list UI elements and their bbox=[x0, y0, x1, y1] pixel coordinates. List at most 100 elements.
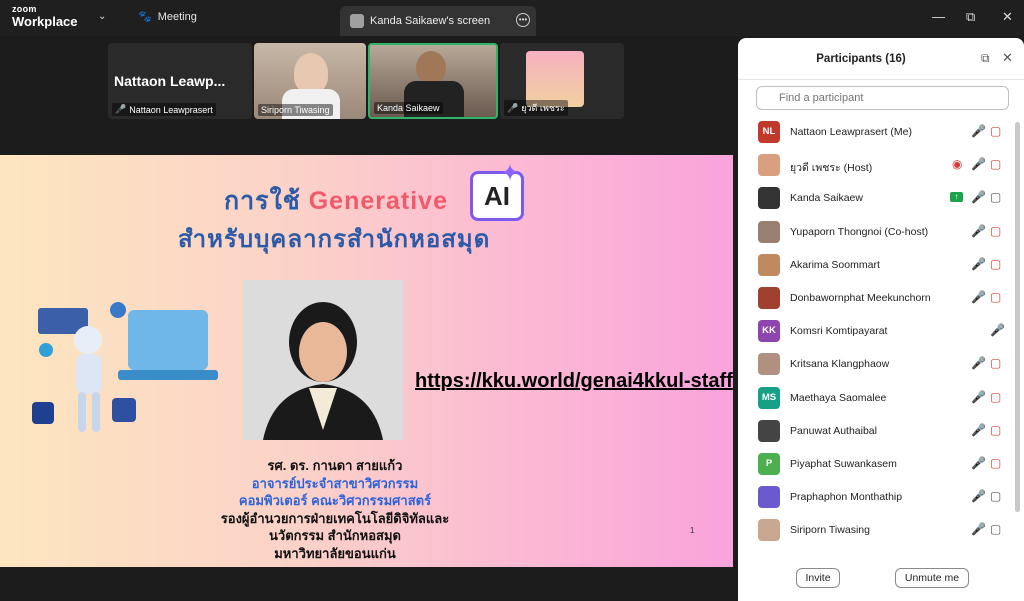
credit-line: รศ. ดร. กานดา สายแก้ว bbox=[267, 458, 403, 473]
participant-row[interactable]: Donbawornphat Meekunchorn 🎤 ▢ bbox=[738, 282, 1014, 315]
video-off-icon: ▢ bbox=[990, 157, 1002, 172]
mic-muted-icon: 🎤 bbox=[971, 522, 986, 537]
tile-name-label: 🎤 Nattaon Leawprasert bbox=[112, 103, 216, 116]
participant-row[interactable]: P Piyaphat Suwankasem 🎤 ▢ bbox=[738, 448, 1014, 481]
video-strip: Nattaon Leawp... 🎤 Nattaon Leawprasert S… bbox=[108, 43, 624, 119]
mic-muted-icon: 🎤 bbox=[971, 289, 986, 304]
participant-list-scrollbar[interactable] bbox=[1015, 122, 1020, 512]
avatar: MS bbox=[758, 386, 780, 409]
face bbox=[299, 322, 347, 382]
mic-icon: 🎤 bbox=[971, 190, 986, 205]
video-tile[interactable]: 🎤 ยุวดี เพชระ bbox=[500, 43, 624, 119]
slide-subtitle: สำหรับบุคลากรสำนักหอสมุด bbox=[178, 226, 491, 253]
credit-line: คอมพิวเตอร์ คณะวิศวกรรมศาสตร์ bbox=[238, 493, 432, 508]
participant-name: Yupaporn Thongnoi (Co-host) bbox=[790, 225, 929, 238]
tile-name: Siriporn Tiwasing bbox=[261, 105, 330, 115]
participant-row[interactable]: NL Nattaon Leawprasert (Me) 🎤 ▢ bbox=[738, 116, 1014, 149]
screen-share-tab[interactable]: Kanda Saikaew's screen ••• bbox=[340, 6, 536, 36]
participant-name: Maethaya Saomalee bbox=[790, 391, 887, 404]
zoom-window: zoom Workplace ⌄ 🐾 Meeting Kanda Saikaew… bbox=[0, 0, 1024, 601]
tile-name-label: Siriporn Tiwasing bbox=[258, 104, 333, 116]
slide-page-number: 1 bbox=[690, 526, 695, 535]
video-off-icon: ▢ bbox=[990, 422, 1002, 437]
participant-name: ยุวดี เพชระ (Host) bbox=[790, 162, 873, 175]
mic-muted-icon: 🎤 bbox=[971, 223, 986, 238]
avatar: KK bbox=[758, 320, 780, 343]
participant-row[interactable]: KK Komsri Komtipayarat 🎤 bbox=[738, 315, 1014, 348]
participants-header: Participants (16) ⧉ ✕ bbox=[738, 38, 1024, 80]
mic-muted-icon: 🎤 bbox=[971, 124, 986, 138]
sparkle-icon: ✦ bbox=[500, 160, 521, 187]
avatar bbox=[758, 187, 780, 210]
avatar bbox=[758, 286, 780, 309]
participant-row[interactable]: Yupaporn Thongnoi (Co-host) 🎤 ▢ bbox=[738, 216, 1014, 249]
participant-name: Siriporn Tiwasing bbox=[790, 524, 870, 537]
mic-muted-icon: 🎤 bbox=[971, 256, 986, 271]
speaker-photo bbox=[243, 280, 403, 440]
avatar bbox=[350, 14, 364, 28]
participants-footer: Invite Unmute me bbox=[738, 558, 1024, 601]
participant-name: Panuwat Authaibal bbox=[790, 424, 877, 437]
avatar bbox=[758, 419, 780, 442]
app-icon bbox=[32, 402, 54, 424]
participant-row[interactable]: Siriporn Tiwasing 🎤 ▢ bbox=[738, 514, 1014, 547]
participant-row[interactable]: Akarima Soommart 🎤 ▢ bbox=[738, 249, 1014, 282]
participant-row[interactable]: Panuwat Authaibal 🎤 ▢ bbox=[738, 415, 1014, 448]
close-icon[interactable]: ✕ bbox=[1002, 9, 1013, 25]
minimize-icon[interactable]: — bbox=[932, 9, 945, 24]
video-off-icon: ▢ bbox=[990, 256, 1002, 271]
participant-name: Praphaphon Monthathip bbox=[790, 491, 903, 504]
app-logo: zoom Workplace bbox=[12, 4, 78, 29]
more-icon[interactable]: ••• bbox=[516, 13, 530, 27]
video-off-icon: ▢ bbox=[990, 124, 1002, 138]
participant-name: Akarima Soommart bbox=[790, 258, 880, 271]
person-face bbox=[294, 53, 328, 93]
paw-icon: 🐾 bbox=[138, 11, 152, 23]
logo-top: zoom bbox=[12, 4, 37, 14]
mic-muted-icon: 🎤 bbox=[971, 157, 986, 172]
participant-row[interactable]: Kanda Saikaew ↑ 🎤 ▢ bbox=[738, 182, 1014, 215]
robot-head bbox=[74, 326, 102, 354]
unmute-button[interactable]: Unmute me bbox=[895, 568, 969, 588]
tile-name-label: Kanda Saikaew bbox=[374, 102, 443, 114]
search-input[interactable] bbox=[756, 86, 1009, 110]
mic-muted-icon: 🎤 bbox=[971, 422, 986, 437]
participant-row[interactable]: ยุวดี เพชระ (Host) ◉ 🎤 ▢ bbox=[738, 149, 1014, 182]
video-off-icon: ▢ bbox=[990, 356, 1002, 371]
video-tile-active[interactable]: Kanda Saikaew bbox=[368, 43, 498, 119]
video-off-icon: ▢ bbox=[990, 389, 1002, 404]
video-tile[interactable]: Siriporn Tiwasing bbox=[254, 43, 366, 119]
logo-bottom: Workplace bbox=[12, 14, 78, 29]
title-bar: zoom Workplace ⌄ 🐾 Meeting Kanda Saikaew… bbox=[0, 0, 1024, 36]
meeting-tab-label: Meeting bbox=[157, 10, 197, 23]
meeting-tab[interactable]: 🐾 Meeting bbox=[138, 10, 197, 24]
slide-link[interactable]: https://kku.world/genai4kkul-staff bbox=[415, 370, 733, 393]
participant-row[interactable]: Kritsana Klangphaow 🎤 ▢ bbox=[738, 348, 1014, 381]
mic-muted-icon: 🎤 bbox=[971, 389, 986, 404]
participant-row[interactable]: MS Maethaya Saomalee 🎤 ▢ bbox=[738, 382, 1014, 415]
video-tile[interactable]: Nattaon Leawp... 🎤 Nattaon Leawprasert bbox=[108, 43, 252, 119]
chevron-down-icon[interactable]: ⌄ bbox=[98, 11, 106, 22]
person-face bbox=[416, 51, 446, 85]
slide-title: การใช้ Generative bbox=[224, 181, 448, 221]
participant-name: Nattaon Leawprasert (Me) bbox=[790, 126, 912, 138]
video-icon: ▢ bbox=[990, 489, 1002, 504]
mic-muted-icon: 🎤 bbox=[971, 455, 986, 470]
participant-row[interactable]: Praphaphon Monthathip 🎤 ▢ bbox=[738, 481, 1014, 514]
recording-icon: ◉ bbox=[952, 157, 963, 172]
title-highlight: Generative bbox=[308, 187, 448, 215]
pop-out-icon[interactable]: ⧉ bbox=[981, 51, 990, 66]
robot-leg bbox=[78, 392, 86, 432]
invite-button[interactable]: Invite bbox=[796, 568, 840, 588]
speaker-portrait bbox=[243, 280, 403, 440]
restore-icon[interactable]: ⧉ bbox=[966, 9, 975, 25]
close-icon[interactable]: ✕ bbox=[1002, 50, 1013, 66]
tile-display-name: Nattaon Leawp... bbox=[114, 73, 226, 89]
avatar bbox=[758, 486, 780, 509]
avatar bbox=[758, 220, 780, 243]
avatar bbox=[526, 51, 584, 107]
robot-leg bbox=[92, 392, 100, 432]
avatar bbox=[758, 353, 780, 376]
title-prefix: การใช้ bbox=[224, 187, 301, 215]
credit-line: รองผู้อำนวยการฝ่ายเทคโนโลยีดิจิทัลและ bbox=[220, 510, 450, 526]
